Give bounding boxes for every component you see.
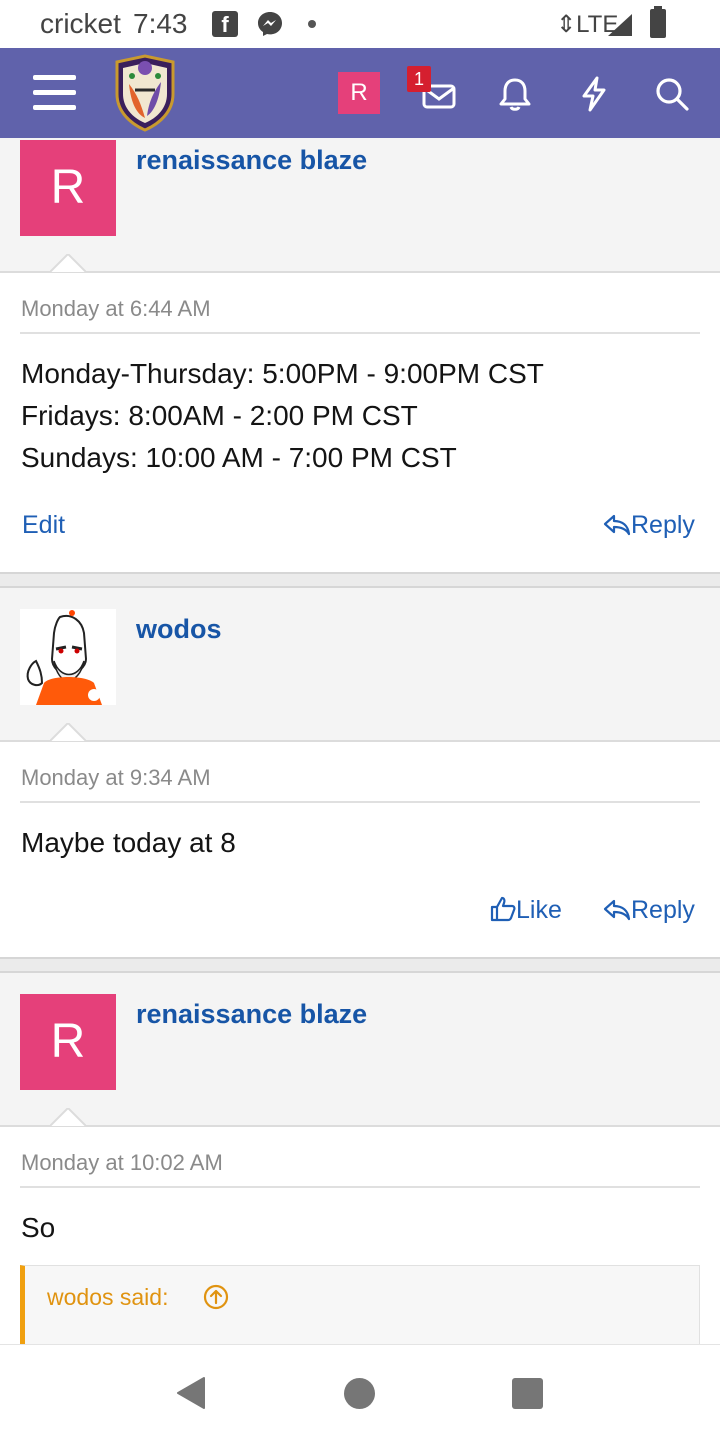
post-line: Fridays: 8:00AM - 2:00 PM CST [21, 400, 418, 431]
post-user-area: R renaissance blaze [0, 138, 720, 272]
post-line: Monday-Thursday: 5:00PM - 9:00PM CST [21, 358, 544, 389]
top-nav-bar: R 1 [0, 48, 720, 138]
divider [20, 801, 700, 803]
reply-link[interactable]: Reply [603, 896, 695, 925]
edit-link[interactable]: Edit [22, 511, 65, 540]
bell-icon[interactable] [495, 74, 535, 114]
message-arrow [50, 723, 86, 741]
user-avatar[interactable]: R [338, 72, 380, 114]
username-link[interactable]: renaissance blaze [136, 145, 367, 176]
divider [0, 740, 720, 742]
like-link[interactable]: Like [490, 896, 562, 925]
menu-icon[interactable] [33, 75, 76, 111]
system-nav-bar [0, 1344, 720, 1440]
avatar[interactable] [20, 609, 116, 705]
divider [0, 1125, 720, 1127]
home-icon[interactable] [344, 1378, 375, 1409]
messenger-icon [258, 12, 282, 36]
quote-author[interactable]: wodos said: [47, 1284, 168, 1311]
reply-icon [603, 514, 631, 536]
recent-apps-icon[interactable] [512, 1378, 543, 1409]
quote-block: wodos said: [20, 1265, 700, 1355]
notification-dot-icon [308, 20, 316, 28]
divider [0, 271, 720, 273]
post-line: Maybe today at 8 [21, 827, 236, 858]
like-label: Like [516, 896, 562, 924]
post-line: So [21, 1212, 56, 1243]
thumbs-up-icon [490, 896, 516, 922]
divider [20, 332, 700, 334]
reply-label: Reply [631, 511, 695, 539]
signal-icon [608, 14, 632, 36]
clock-time: 7:43 [133, 8, 188, 39]
username-link[interactable]: wodos [136, 614, 222, 645]
search-icon[interactable] [652, 74, 692, 114]
bolt-icon[interactable] [574, 74, 614, 114]
post-timestamp[interactable]: Monday at 10:02 AM [21, 1150, 223, 1176]
facebook-icon: f [212, 11, 238, 37]
post-separator [0, 957, 720, 973]
post-separator [0, 572, 720, 588]
divider [20, 1186, 700, 1188]
message-arrow [50, 1108, 86, 1126]
carrier-name: cricket [40, 8, 121, 39]
post-timestamp[interactable]: Monday at 9:34 AM [21, 765, 211, 791]
site-logo[interactable] [111, 54, 179, 132]
arrow-up-circle-icon[interactable] [203, 1284, 229, 1310]
username-link[interactable]: renaissance blaze [136, 999, 367, 1030]
battery-icon [650, 6, 666, 38]
back-icon[interactable] [174, 1376, 206, 1410]
post-line: Sundays: 10:00 AM - 7:00 PM CST [21, 442, 457, 473]
reply-label: Reply [631, 896, 695, 924]
post-body: Maybe today at 8 [21, 822, 236, 864]
post-body: Monday-Thursday: 5:00PM - 9:00PM CST Fri… [21, 353, 544, 479]
avatar[interactable]: R [20, 994, 116, 1090]
reply-icon [603, 899, 631, 921]
post-timestamp[interactable]: Monday at 6:44 AM [21, 296, 211, 322]
post-user-area: wodos [0, 588, 720, 741]
message-arrow [50, 254, 86, 272]
reply-link[interactable]: Reply [603, 511, 695, 540]
avatar[interactable]: R [20, 140, 116, 236]
post-user-area: R renaissance blaze [0, 973, 720, 1126]
post-body: So [21, 1207, 55, 1249]
inbox-badge: 1 [407, 66, 431, 92]
status-bar: cricket 7:43 f ⇕LTE [0, 0, 720, 48]
